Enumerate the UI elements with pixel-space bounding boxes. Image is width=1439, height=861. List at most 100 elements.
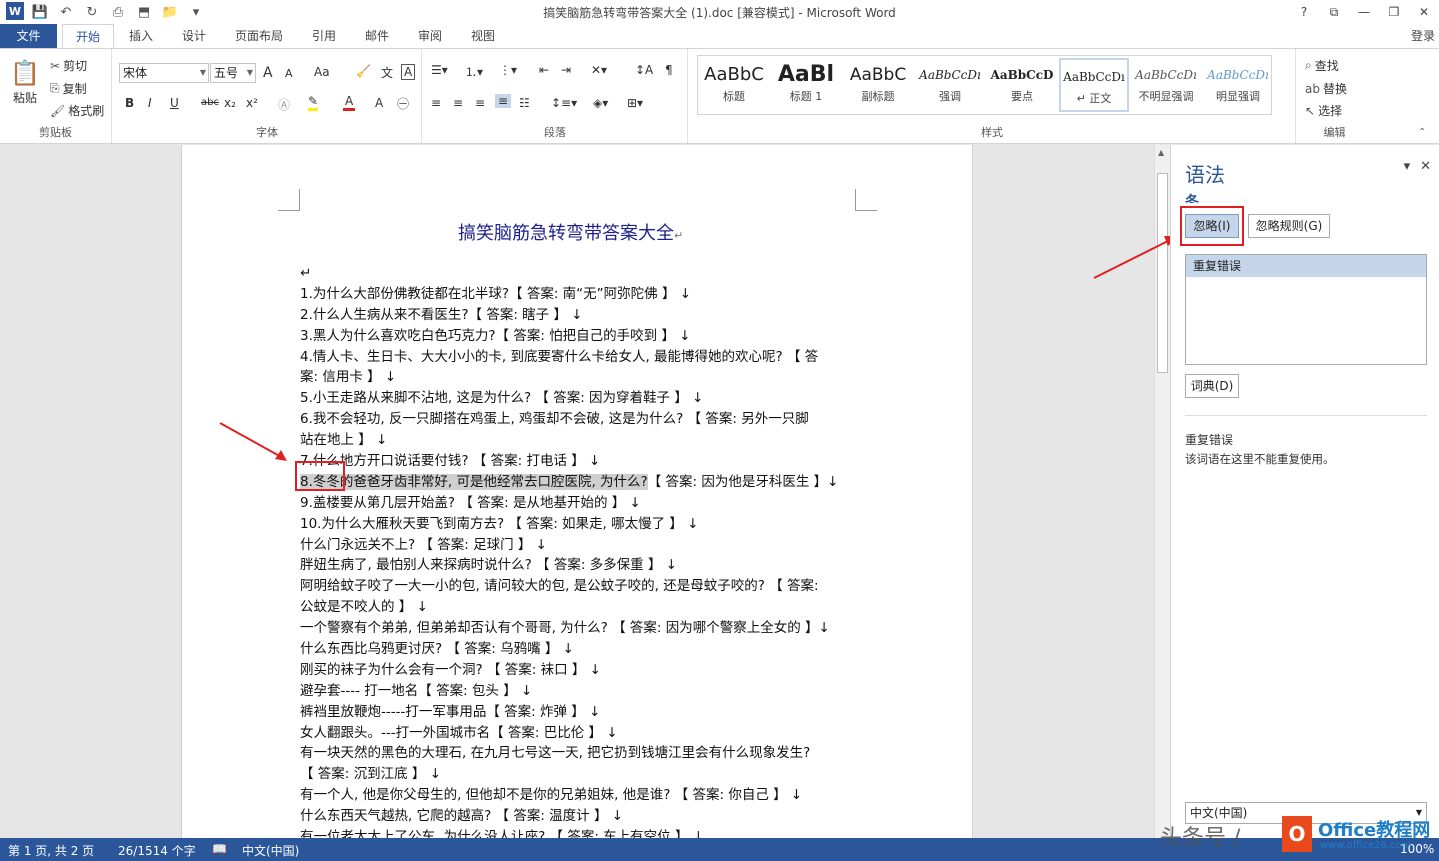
char-border-icon[interactable]: A bbox=[401, 64, 416, 80]
doc-line: 女人翻跟头。---打一外国城市名【 答案: 巴比伦 】 ↓ bbox=[300, 724, 618, 741]
italic-button[interactable]: I bbox=[148, 96, 152, 110]
grammar-pane: 语法 ▾ ✕ 冬 忽略(I) 忽略规则(G) 重复错误 词典(D) 重复错误 该… bbox=[1170, 145, 1439, 838]
editing-group: ⌕ 查找 ab 替换 ↖ 选择 编辑 bbox=[1297, 49, 1372, 143]
brush-icon: 🖌 bbox=[50, 103, 66, 118]
justify-icon[interactable]: ≡ bbox=[495, 94, 512, 108]
char-shading-icon[interactable]: A bbox=[375, 96, 383, 110]
dictionary-button[interactable]: 词典(D) bbox=[1185, 374, 1239, 398]
minimize-button[interactable]: — bbox=[1349, 0, 1379, 24]
doc-line: 案: 信用卡 】 ↓ bbox=[300, 369, 397, 386]
font-color-button[interactable]: A bbox=[343, 94, 356, 111]
sort-icon[interactable]: ↕A bbox=[635, 63, 653, 77]
chevron-down-icon: ▼ bbox=[246, 68, 253, 77]
pane-options-icon[interactable]: ▾ bbox=[1404, 159, 1411, 174]
divider bbox=[1185, 415, 1427, 416]
show-marks-icon[interactable]: ¶ bbox=[665, 63, 673, 77]
cut-button[interactable]: ✂ 剪切 bbox=[50, 57, 87, 74]
strikethrough-button[interactable]: abc bbox=[201, 97, 219, 108]
ignore-rule-button[interactable]: 忽略规则(G) bbox=[1248, 214, 1330, 238]
tab-mailings[interactable]: 邮件 bbox=[355, 24, 399, 48]
highlight-color-icon[interactable]: ✎ bbox=[308, 94, 319, 111]
list-item[interactable]: 重复错误 bbox=[1186, 255, 1426, 277]
shrink-font-button[interactable]: A bbox=[285, 67, 293, 80]
decrease-indent-icon[interactable]: ⇤ bbox=[539, 63, 549, 77]
grammar-error-highlight[interactable]: 8.冬冬的爸爸牙齿非常好, 可是他经常去口腔医院, 为什么? bbox=[300, 473, 648, 490]
flagged-word: 冬 bbox=[1185, 194, 1199, 203]
restore-button[interactable]: ❐ bbox=[1379, 0, 1409, 24]
bold-button[interactable]: B bbox=[125, 96, 134, 110]
paragraph-group-label: 段落 bbox=[544, 126, 566, 139]
select-button[interactable]: ↖ 选择 bbox=[1305, 102, 1342, 119]
clipboard-group-label: 剪贴板 bbox=[39, 126, 72, 139]
grow-font-button[interactable]: A bbox=[263, 65, 273, 81]
help-button[interactable]: ? bbox=[1289, 0, 1319, 24]
shading-icon[interactable]: ◈▾ bbox=[593, 96, 608, 110]
find-button[interactable]: ⌕ 查找 bbox=[1305, 57, 1339, 74]
tab-page-layout[interactable]: 页面布局 bbox=[228, 24, 290, 48]
borders-icon[interactable]: ⊞▾ bbox=[627, 96, 643, 110]
paste-button[interactable]: 📋 粘贴 bbox=[10, 59, 40, 106]
margin-corner-mark bbox=[278, 189, 300, 211]
doc-line: 裤裆里放鞭炮-----打一军事用品【 答案: 炸弹 】 ↓ bbox=[300, 703, 601, 720]
tab-references[interactable]: 引用 bbox=[302, 24, 346, 48]
style-subtle-emphasis[interactable]: AaBbCcDı 不明显强调 bbox=[1131, 58, 1201, 112]
language-status[interactable]: 中文(中国) bbox=[242, 842, 299, 859]
style-subtitle[interactable]: AaBbC 副标题 bbox=[843, 58, 913, 112]
superscript-button[interactable]: x² bbox=[246, 96, 258, 110]
font-name-combo[interactable]: 宋体 ▼ bbox=[119, 63, 209, 83]
doc-line: 【 答案: 沉到江底 】 ↓ bbox=[300, 766, 442, 783]
copy-button[interactable]: ⎘ 复制 bbox=[50, 80, 87, 97]
font-size-combo[interactable]: 五号 ▼ bbox=[210, 63, 256, 83]
format-painter-button[interactable]: 🖌 格式刷 bbox=[50, 102, 104, 119]
tab-insert[interactable]: 插入 bbox=[119, 24, 163, 48]
annotation-box-word bbox=[295, 461, 345, 491]
login-link[interactable]: 登录 bbox=[1411, 27, 1435, 44]
change-case-button[interactable]: Aa bbox=[314, 65, 330, 79]
multilevel-list-icon[interactable]: ⋮▾ bbox=[499, 63, 517, 77]
scroll-up-icon[interactable]: ▲ bbox=[1158, 148, 1164, 157]
align-right-icon[interactable]: ≡ bbox=[475, 96, 485, 110]
suggestions-list[interactable]: 重复错误 bbox=[1185, 254, 1427, 365]
style-strong[interactable]: AaBbCcD 要点 bbox=[987, 58, 1057, 112]
bullets-icon[interactable]: ☰▾ bbox=[431, 63, 448, 77]
clear-format-icon[interactable]: 🧹 bbox=[356, 64, 371, 78]
document-body: ↵ 1.为什么大部份佛教徒都在北半球?【 答案: 南“无”阿弥陀佛 】 ↓ 2.… bbox=[300, 263, 870, 838]
styles-gallery: AaBbC 标题 AaBl 标题 1 AaBbC 副标题 AaBbCcDı 强调 AaB… bbox=[697, 55, 1272, 115]
page-count[interactable]: 第 1 页, 共 2 页 bbox=[8, 842, 94, 859]
line-spacing-icon[interactable]: ↕≡▾ bbox=[551, 96, 577, 110]
align-center-icon[interactable]: ≡ bbox=[453, 96, 463, 110]
close-button[interactable]: ✕ bbox=[1409, 0, 1439, 24]
numbering-icon[interactable]: ⒈▾ bbox=[465, 63, 483, 80]
align-left-icon[interactable]: ≡ bbox=[431, 96, 441, 110]
enclose-char-icon[interactable]: ㊀ bbox=[397, 95, 409, 112]
tab-file[interactable]: 文件 bbox=[0, 24, 57, 48]
phonetic-guide-icon[interactable]: 文 bbox=[381, 64, 393, 81]
doc-line: 10.为什么大雁秋天要飞到南方去? 【 答案: 如果走, 哪太慢了 】 ↓ bbox=[300, 515, 699, 532]
style-heading-1[interactable]: AaBl 标题 1 bbox=[771, 58, 841, 112]
collapse-ribbon-icon[interactable]: ⌃ bbox=[1418, 127, 1426, 138]
tab-review[interactable]: 审阅 bbox=[408, 24, 452, 48]
text-effects-icon[interactable]: Ⓐ bbox=[278, 96, 290, 113]
proofing-icon[interactable]: 📖 bbox=[212, 842, 227, 856]
tab-home[interactable]: 开始 bbox=[62, 24, 114, 48]
document-page[interactable]: 搞笑脑筋急转弯带答案大全↵ ↵ 1.为什么大部份佛教徒都在北半球?【 答案: 南… bbox=[181, 145, 973, 838]
word-count[interactable]: 26/1514 个字 bbox=[118, 842, 196, 859]
tab-view[interactable]: 视图 bbox=[461, 24, 505, 48]
distributed-icon[interactable]: ☷ bbox=[519, 96, 530, 110]
doc-line-highlighted: 8.冬冬的爸爸牙齿非常好, 可是他经常去口腔医院, 为什么?【 答案: 因为他是… bbox=[300, 473, 839, 490]
subscript-button[interactable]: x₂ bbox=[224, 96, 236, 110]
font-group: 宋体 ▼ 五号 ▼ A A Aa 🧹 文 A B I U abc x₂ x² Ⓐ ✎… bbox=[113, 49, 422, 143]
chinese-layout-icon[interactable]: ✕▾ bbox=[591, 63, 607, 77]
increase-indent-icon[interactable]: ⇥ bbox=[561, 63, 571, 77]
style-title[interactable]: AaBbC 标题 bbox=[699, 58, 769, 112]
pane-close-icon[interactable]: ✕ bbox=[1420, 159, 1431, 174]
replace-button[interactable]: ab 替换 bbox=[1305, 80, 1347, 97]
style-normal[interactable]: AaBbCcDı ↵ 正文 bbox=[1059, 58, 1129, 112]
style-emphasis[interactable]: AaBbCcDı 强调 bbox=[915, 58, 985, 112]
ribbon-display-button[interactable]: ⧉ bbox=[1319, 0, 1349, 24]
clipboard-group: 📋 粘贴 ✂ 剪切 ⎘ 复制 🖌 格式刷 剪贴板 bbox=[0, 49, 112, 143]
underline-button[interactable]: U bbox=[170, 96, 179, 110]
style-intense-emphasis[interactable]: AaBbCcDı 明显强调 bbox=[1203, 58, 1273, 112]
annotation-box-ignore bbox=[1180, 206, 1244, 246]
tab-design[interactable]: 设计 bbox=[172, 24, 216, 48]
